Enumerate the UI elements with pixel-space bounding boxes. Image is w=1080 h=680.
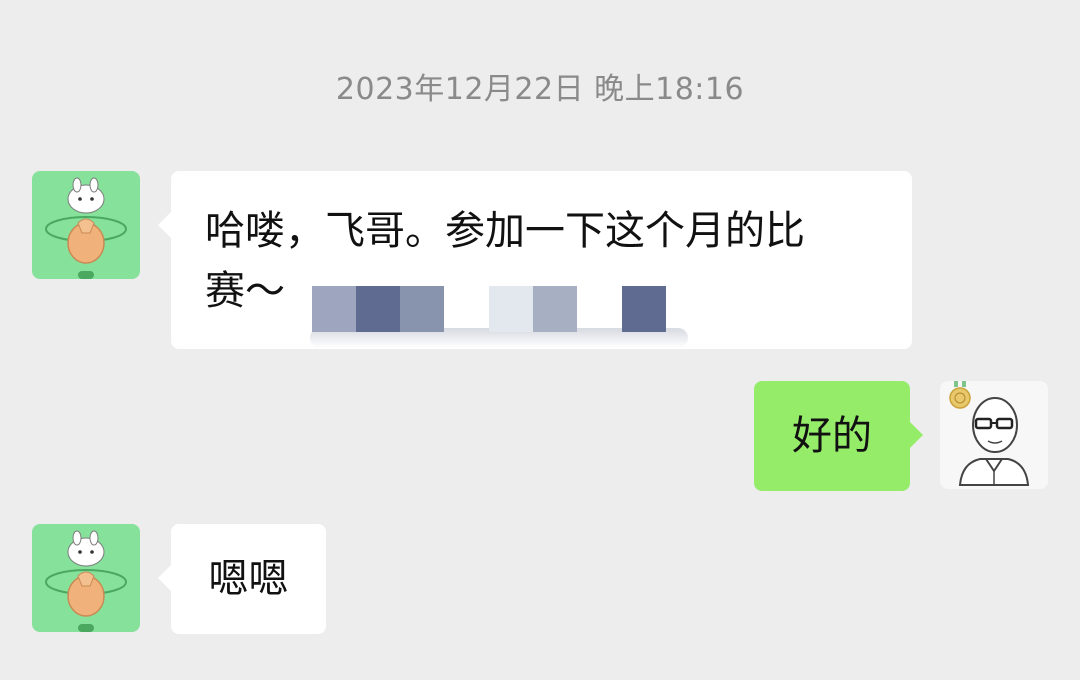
my-avatar[interactable] xyxy=(940,381,1048,489)
message-text-line-1: 哈喽，飞哥。参加一下这个月的比 xyxy=(205,208,805,254)
incoming-message-bubble[interactable]: 嗯嗯 xyxy=(158,524,326,634)
contact-avatar[interactable] xyxy=(32,171,140,279)
bunny-heart-avatar-icon xyxy=(32,524,140,632)
contact-avatar[interactable] xyxy=(32,524,140,632)
redacted-block-3 xyxy=(400,286,444,332)
redacted-block-1 xyxy=(312,286,356,332)
bald-man-glasses-avatar-icon xyxy=(940,381,1048,489)
chat-timestamp: 2023年12月22日 晚上18:16 xyxy=(335,72,745,107)
message-text: 好的 xyxy=(792,413,872,459)
message-text-line-2: 赛～ xyxy=(205,268,285,314)
redacted-block-4 xyxy=(489,286,533,332)
redacted-block-2 xyxy=(356,286,400,332)
outgoing-message-bubble[interactable]: 好的 xyxy=(754,381,923,491)
bunny-heart-avatar-icon xyxy=(32,171,140,279)
redacted-block-6 xyxy=(622,286,666,332)
message-text: 嗯嗯 xyxy=(208,556,289,602)
redacted-block-5 xyxy=(533,286,577,332)
